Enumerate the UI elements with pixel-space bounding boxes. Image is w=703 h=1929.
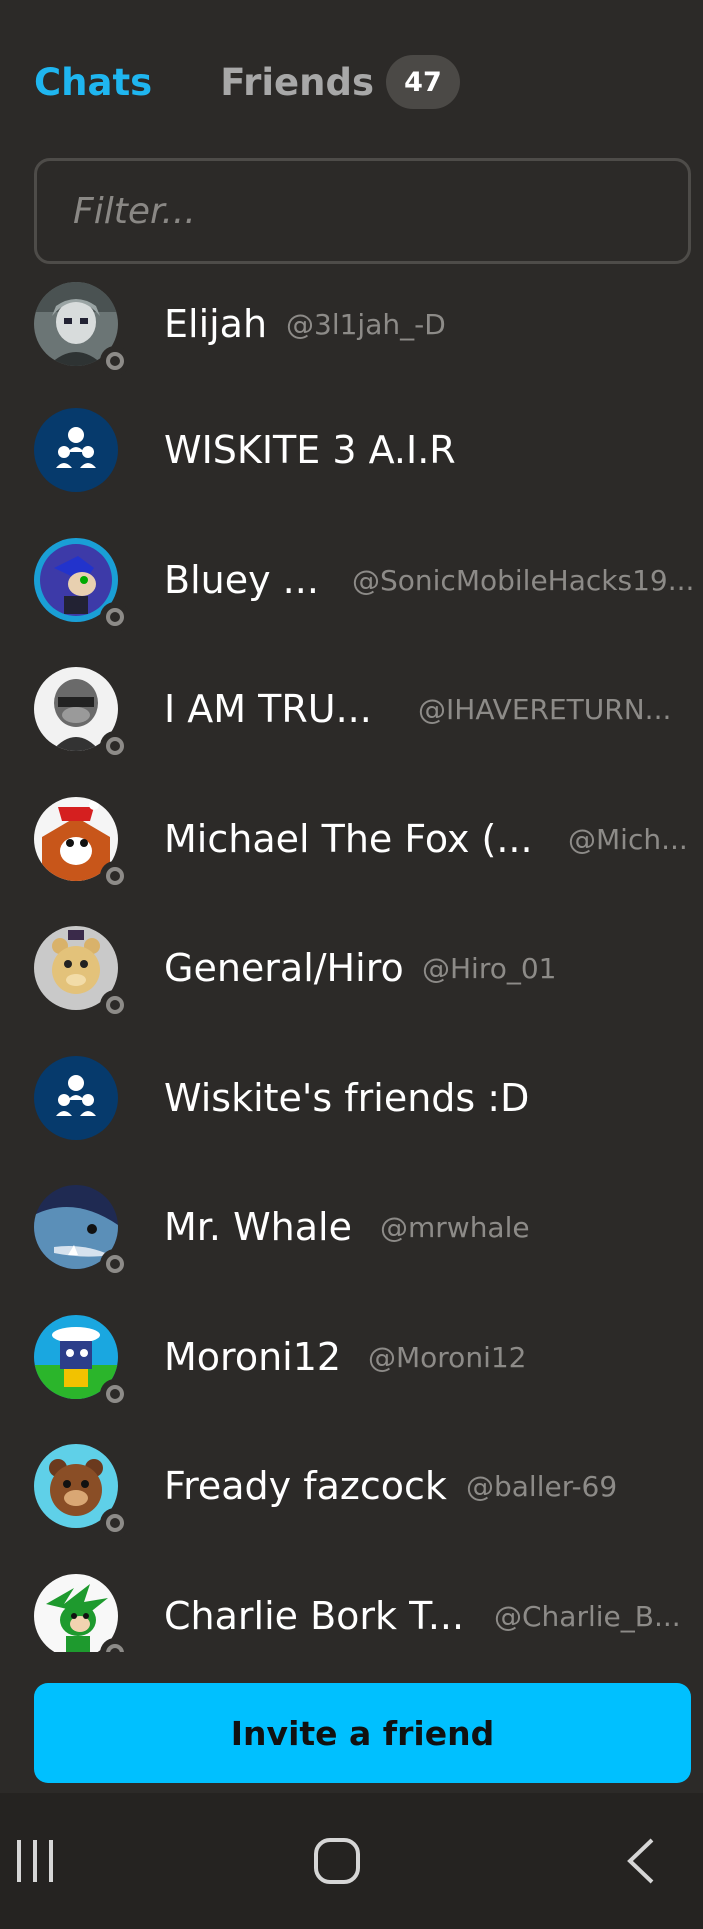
friends-count-badge: 47 [385, 55, 460, 109]
avatar [34, 797, 130, 891]
system-nav-bar [0, 1793, 703, 1929]
group-icon [34, 408, 118, 492]
avatar [34, 538, 130, 632]
status-dot [100, 731, 130, 761]
contact-name: Mr. Whale [164, 1205, 352, 1249]
status-dot [100, 346, 130, 376]
contact-row[interactable]: Mr. Whale @mrwhale [0, 1163, 703, 1291]
contact-row[interactable]: Moroni12 @Moroni12 [0, 1293, 703, 1421]
tab-chats[interactable]: Chats [34, 61, 152, 104]
status-dot [100, 990, 130, 1020]
contact-name: I AM TRU... [164, 687, 372, 731]
contact-handle: @mrwhale [380, 1210, 530, 1244]
contact-row[interactable]: Fready fazcock @baller-69 [0, 1422, 703, 1550]
avatar [34, 1444, 130, 1538]
filter-input[interactable] [73, 190, 688, 232]
contact-row[interactable]: General/Hiro @Hiro_01 [0, 904, 703, 1032]
contact-row[interactable]: Wiskite's friends :D [0, 1034, 703, 1162]
contact-row[interactable]: Michael The Fox (... @Mich... [0, 775, 703, 903]
contact-handle: @IHAVERETURN... [418, 692, 672, 726]
contact-handle: @3l1jah_-D [286, 307, 446, 341]
avatar [34, 282, 130, 376]
status-dot [100, 1508, 130, 1538]
home-icon[interactable] [302, 1793, 372, 1929]
contact-handle: @Hiro_01 [422, 951, 557, 985]
friends-screen: Chats Friends 47 Elijah @3l1jah_-D [0, 0, 703, 1929]
contact-name: Moroni12 [164, 1335, 342, 1379]
avatar [34, 408, 118, 492]
contact-name: Charlie Bork T... [164, 1594, 465, 1638]
back-icon[interactable] [610, 1793, 670, 1929]
contact-handle: @Charlie_B... [494, 1599, 681, 1633]
avatar [34, 1185, 130, 1279]
contact-name: Michael The Fox (... [164, 817, 533, 861]
group-icon [34, 1056, 118, 1140]
avatar [34, 667, 130, 761]
avatar [34, 1056, 118, 1140]
contact-row[interactable]: Elijah @3l1jah_-D [0, 262, 703, 388]
status-dot [100, 1249, 130, 1279]
status-dot [100, 602, 130, 632]
contact-name: Fready fazcock [164, 1464, 447, 1508]
contact-name: General/Hiro [164, 946, 404, 990]
status-dot [100, 1379, 130, 1409]
contact-name: Elijah [164, 302, 268, 346]
recent-apps-icon[interactable] [0, 1793, 70, 1929]
contact-handle: @Moroni12 [368, 1340, 527, 1374]
avatar [34, 1315, 130, 1409]
contact-handle: @Mich... [568, 822, 688, 856]
contact-name: WISKITE 3 A.I.R [164, 428, 456, 472]
contact-row[interactable]: Bluey ... @SonicMobileHacks19... [0, 516, 703, 644]
filter-box[interactable] [34, 158, 691, 264]
contact-list[interactable]: Elijah @3l1jah_-D WISKITE 3 A.I.R Bluey … [0, 262, 703, 1652]
contact-row[interactable]: I AM TRU... @IHAVERETURN... [0, 645, 703, 773]
contact-name: Wiskite's friends :D [164, 1076, 530, 1120]
tab-bar: Chats Friends 47 [34, 52, 460, 112]
avatar [34, 1574, 130, 1652]
contact-row[interactable]: Charlie Bork T... @Charlie_B... [0, 1552, 703, 1652]
contact-row[interactable]: WISKITE 3 A.I.R [0, 386, 703, 514]
contact-handle: @baller-69 [466, 1469, 618, 1503]
avatar [34, 926, 130, 1020]
contact-handle: @SonicMobileHacks19... [352, 563, 695, 597]
status-dot [100, 861, 130, 891]
invite-friend-button[interactable]: Invite a friend [34, 1683, 691, 1783]
contact-name: Bluey ... [164, 558, 319, 602]
tab-friends[interactable]: Friends [220, 61, 374, 104]
